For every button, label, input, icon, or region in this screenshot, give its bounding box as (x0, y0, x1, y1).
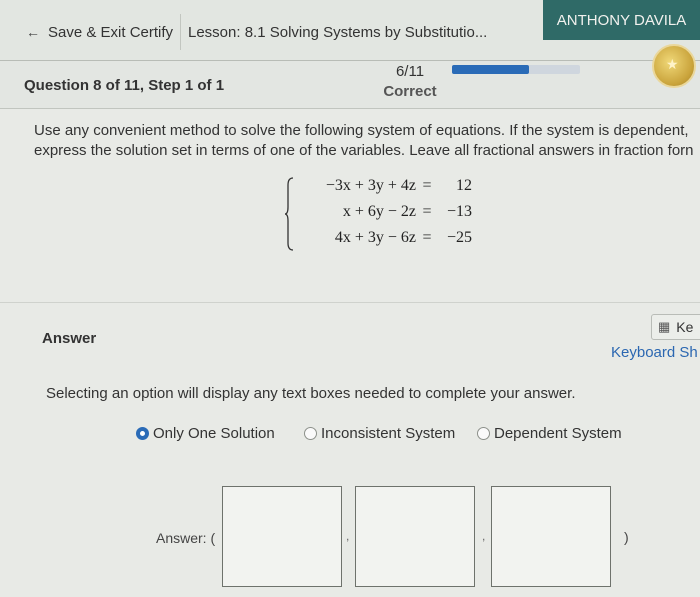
equation-row: 4x + 3y − 6z = −25 (282, 229, 472, 253)
radio-selected-icon[interactable] (136, 427, 149, 440)
user-menu[interactable]: ANTHONY DAVILA (543, 0, 700, 40)
answer-separator: , (482, 529, 486, 543)
equation-rhs: −25 (446, 229, 472, 246)
equation-sign: = (422, 177, 432, 194)
option-only-one-solution[interactable]: Only One Solution (136, 425, 275, 442)
section-divider (0, 302, 700, 303)
answer-box-x[interactable] (222, 486, 342, 587)
option-label: Dependent System (494, 425, 622, 442)
option-inconsistent-system[interactable]: Inconsistent System (304, 425, 455, 442)
answer-suffix: ) (624, 529, 629, 545)
option-dependent-system[interactable]: Dependent System (477, 425, 622, 442)
answer-prefix: Answer: ( (156, 530, 216, 546)
question-bar: Question 8 of 11, Step 1 of 1 6/11 Corre… (0, 61, 700, 109)
reward-coin-icon: ★ (652, 44, 696, 88)
instructions-line-1: Use any convenient method to solve the f… (34, 122, 689, 139)
keypad-label: Ke (676, 319, 694, 335)
score: 6/11 Correct (368, 63, 452, 100)
equation-sign: = (422, 229, 432, 246)
instructions-line-2: express the solution set in terms of one… (34, 142, 694, 159)
answer-heading: Answer (42, 330, 97, 347)
answer-box-z[interactable] (491, 486, 611, 587)
radio-icon[interactable] (304, 427, 317, 440)
keypad-button[interactable]: ▦ Ke (651, 314, 700, 340)
answer-separator: , (346, 529, 350, 543)
option-label: Only One Solution (153, 425, 275, 442)
user-name: ANTHONY DAVILA (556, 11, 687, 29)
equation-row: −3x + 3y + 4z = 12 (282, 177, 472, 201)
equation-lhs: x + 6y − 2z (342, 203, 416, 220)
solution-options: Only One Solution Inconsistent System De… (0, 425, 700, 449)
question-content: Use any convenient method to solve the f… (0, 109, 700, 597)
top-bar: ← Save & Exit Certify Lesson: 8.1 Solvin… (0, 0, 700, 61)
select-hint: Selecting an option will display any tex… (46, 385, 576, 402)
option-label: Inconsistent System (321, 425, 456, 442)
score-label: Correct (383, 83, 437, 100)
save-exit-label: Save & Exit Certify (48, 23, 174, 41)
radio-icon[interactable] (477, 427, 490, 440)
equation-rhs: 12 (456, 177, 472, 194)
keypad-icon: ▦ (658, 319, 671, 334)
instructions: Use any convenient method to solve the f… (34, 121, 700, 161)
progress-fill (452, 65, 529, 74)
progress-bar (452, 65, 580, 74)
keyboard-shortcuts-link[interactable]: Keyboard Sh (611, 344, 698, 361)
answer-box-y[interactable] (355, 486, 475, 587)
arrow-left-icon: ← (26, 24, 40, 40)
equation-sign: = (422, 203, 432, 220)
save-exit-button[interactable]: ← Save & Exit Certify (12, 14, 181, 50)
equation-lhs: 4x + 3y − 6z (334, 229, 416, 246)
equation-system: −3x + 3y + 4z = 12 x + 6y − 2z = −13 4x … (282, 173, 482, 255)
lesson-title: Lesson: 8.1 Solving Systems by Substitut… (188, 23, 488, 41)
equation-lhs: −3x + 3y + 4z (325, 177, 416, 194)
question-label: Question 8 of 11, Step 1 of 1 (24, 77, 225, 94)
score-fraction: 6/11 (395, 63, 425, 80)
equation-row: x + 6y − 2z = −13 (282, 203, 472, 227)
equation-rhs: −13 (446, 203, 472, 220)
